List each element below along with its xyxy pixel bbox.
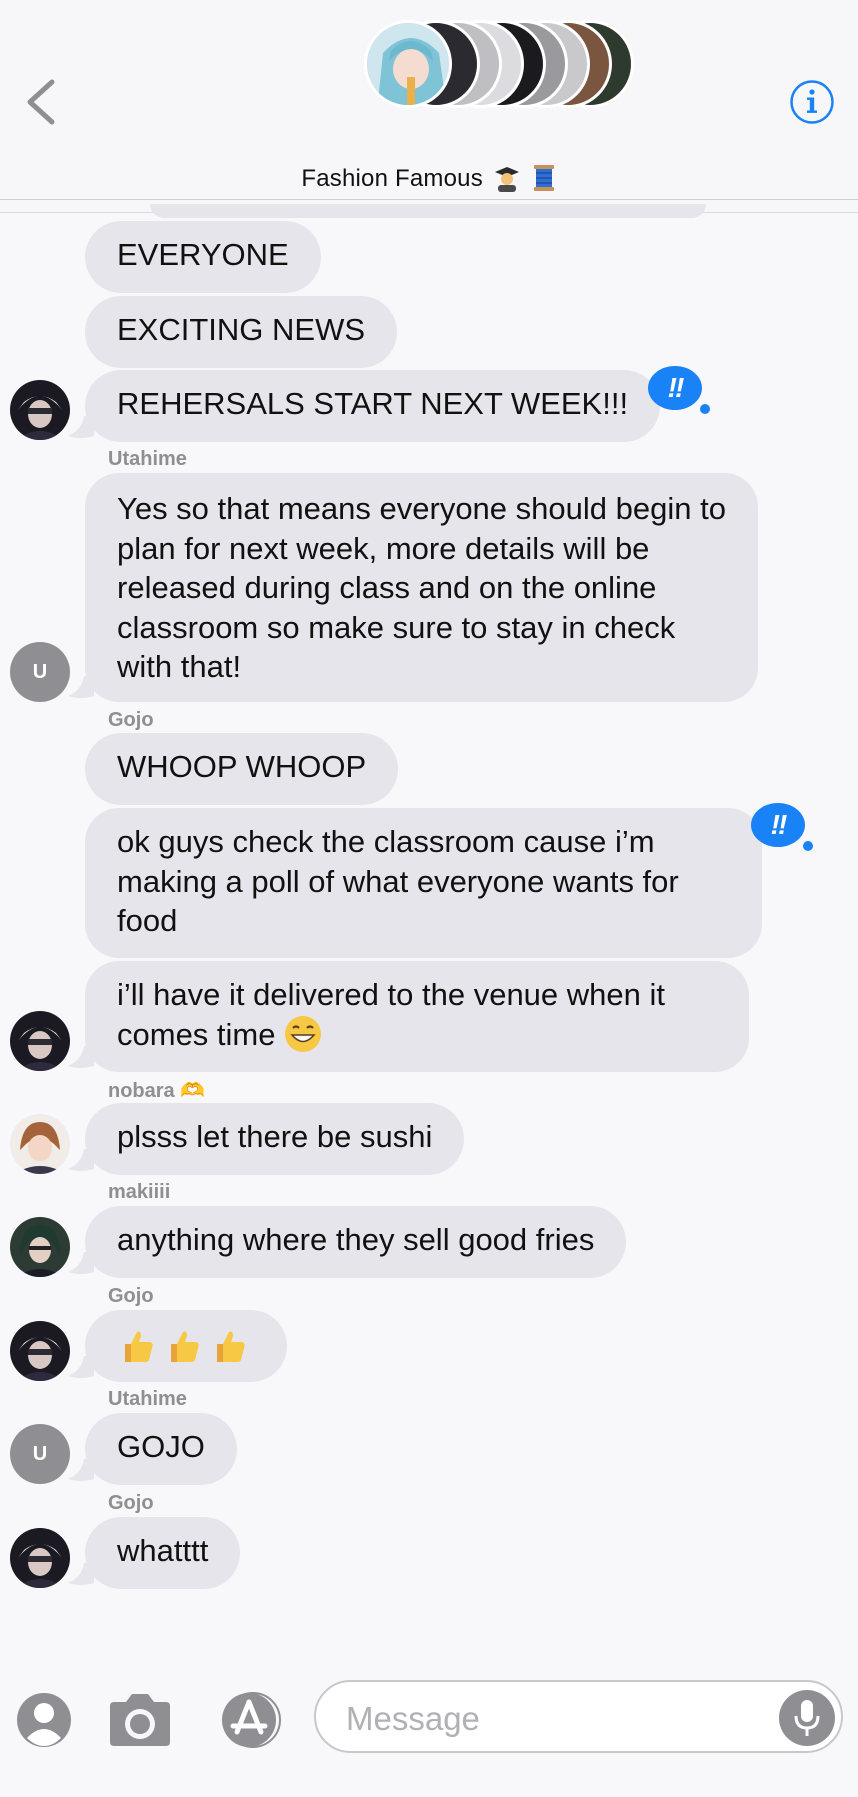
message-bubble[interactable]: WHOOP WHOOP — [85, 733, 399, 805]
sender-name: Utahime — [108, 448, 187, 470]
exclamation-reaction[interactable]: !! — [751, 803, 815, 857]
chat-title-text: Fashion Famous — [301, 165, 483, 192]
bubble-tail — [68, 1563, 94, 1585]
info-icon[interactable] — [789, 79, 835, 125]
bubble-tail — [68, 676, 94, 698]
message-bubble[interactable]: Yes so that means everyone should begin … — [85, 473, 758, 702]
avatar-nobara[interactable] — [10, 1114, 70, 1174]
message-bubble[interactable] — [85, 1310, 287, 1382]
app-store-icon[interactable] — [213, 1692, 285, 1748]
message-text: EVERYONE — [117, 237, 289, 272]
group-avatar-stack[interactable] — [364, 20, 634, 108]
message-text: REHERSALS START NEXT WEEK!!! — [117, 386, 629, 421]
message-bubble[interactable]: plsss let there be sushi — [85, 1103, 465, 1175]
message-bubble[interactable]: EVERYONE — [85, 221, 321, 293]
thumbs-up-emoji-icon — [125, 1331, 153, 1362]
message-text: GOJO — [117, 1429, 205, 1464]
message-placeholder: Message — [346, 1700, 480, 1737]
message-text: ok guys check the classroom cause i’m ma… — [117, 824, 679, 938]
microphone-button[interactable] — [779, 1690, 835, 1746]
sender-name: Gojo — [108, 709, 154, 731]
avatar — [364, 20, 452, 108]
message-text: anything where they sell good fries — [117, 1222, 595, 1257]
thumbs-up-emoji-icon — [217, 1331, 245, 1362]
message-bubble[interactable]: i’ll have it delivered to the venue when… — [85, 961, 749, 1072]
message-bubble[interactable]: ok guys check the classroom cause i’m ma… — [85, 808, 762, 958]
memoji-icon[interactable] — [16, 1692, 72, 1748]
sender-name: nobara 🫶 — [108, 1080, 206, 1102]
student-emoji-icon — [494, 167, 519, 192]
exclamation-reaction-icon: !! — [648, 366, 702, 410]
avatar-gojo[interactable] — [10, 1528, 70, 1588]
bubble-tail — [68, 1459, 94, 1481]
message-text: i’ll have it delivered to the venue when… — [117, 977, 665, 1052]
bubble-tail — [68, 416, 94, 438]
message-text: whatttt — [117, 1533, 209, 1568]
message-bubble[interactable]: REHERSALS START NEXT WEEK!!! — [85, 370, 661, 442]
avatar-gojo[interactable] — [10, 380, 70, 440]
microphone-icon — [794, 1700, 820, 1736]
divider — [0, 199, 858, 200]
avatar-gojo[interactable] — [10, 1011, 70, 1071]
sender-name: Gojo — [108, 1285, 154, 1307]
thumbs-up-emoji-icon — [171, 1331, 199, 1362]
bubble-tail — [68, 1356, 94, 1378]
chat-title[interactable]: Fashion Famous — [0, 164, 858, 193]
message-text: EXCITING NEWS — [117, 312, 366, 347]
exclamation-reaction[interactable]: !! — [648, 366, 712, 420]
sender-name: makiiii — [108, 1181, 171, 1203]
back-chevron-icon[interactable] — [22, 78, 62, 126]
message-text: Yes so that means everyone should begin … — [117, 491, 726, 684]
bubble-tail — [68, 1252, 94, 1274]
message-bubble[interactable]: anything where they sell good fries — [85, 1206, 627, 1278]
message-bubble[interactable]: GOJO — [85, 1413, 237, 1485]
conversation-header: Fashion Famous — [0, 0, 858, 213]
message-text: WHOOP WHOOP — [117, 749, 367, 784]
avatar-maki[interactable] — [10, 1217, 70, 1277]
avatar-utahime[interactable]: U — [10, 1424, 70, 1484]
exclamation-reaction-icon: !! — [751, 803, 805, 847]
sender-name: Gojo — [108, 1492, 154, 1514]
thread-spool-emoji-icon — [533, 165, 554, 191]
sender-name: Utahime — [108, 1388, 187, 1410]
message-bubble[interactable]: whatttt — [85, 1517, 241, 1589]
message-input[interactable]: Message — [314, 1680, 843, 1753]
grinning-face-emoji-icon — [285, 1015, 322, 1052]
avatar-gojo[interactable] — [10, 1321, 70, 1381]
bubble-tail — [68, 1149, 94, 1171]
message-bubble[interactable]: EXCITING NEWS — [85, 296, 398, 368]
message-text: plsss let there be sushi — [117, 1119, 433, 1154]
clipped-message-bubble — [150, 204, 706, 218]
bubble-tail — [68, 1046, 94, 1068]
avatar-utahime[interactable]: U — [10, 642, 70, 702]
camera-icon[interactable] — [106, 1692, 174, 1748]
